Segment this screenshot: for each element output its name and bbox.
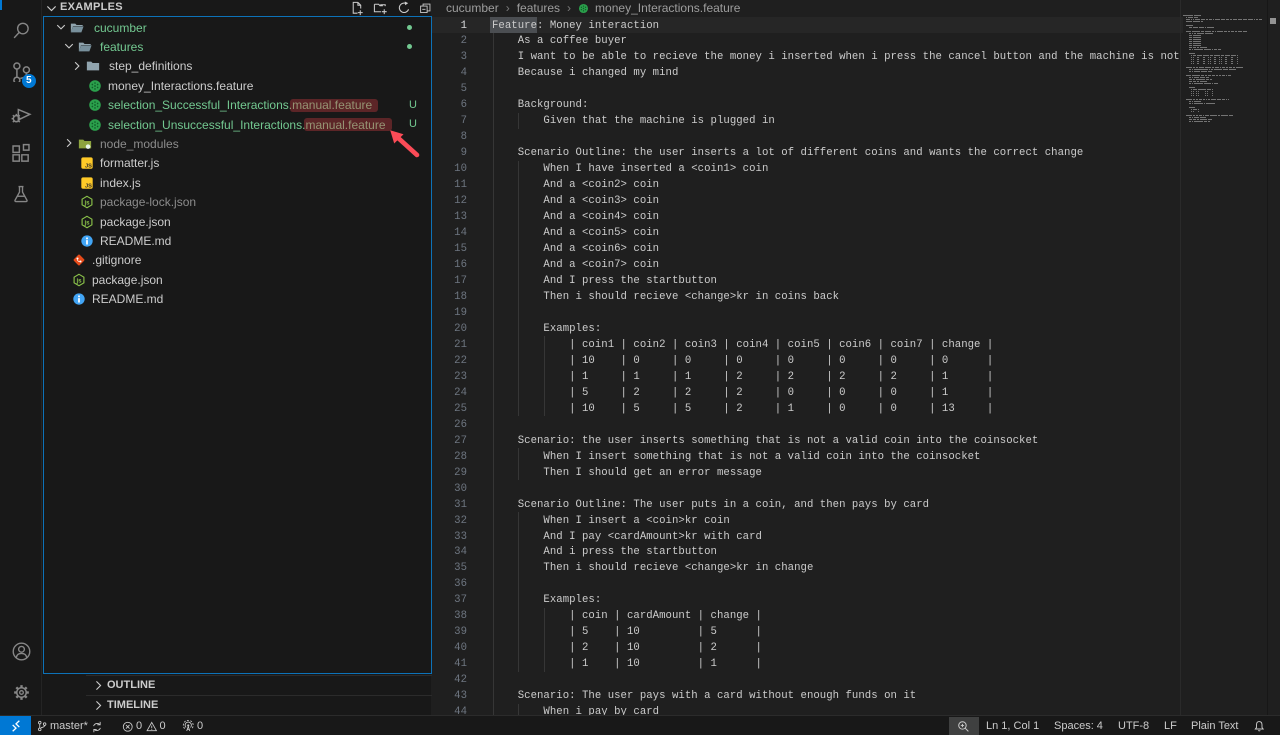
svg-text:js: js xyxy=(75,277,82,284)
svg-text:js: js xyxy=(83,199,90,206)
svg-text:JS: JS xyxy=(85,183,92,189)
svg-text:JS: JS xyxy=(85,164,92,170)
svg-text:js: js xyxy=(83,219,90,226)
